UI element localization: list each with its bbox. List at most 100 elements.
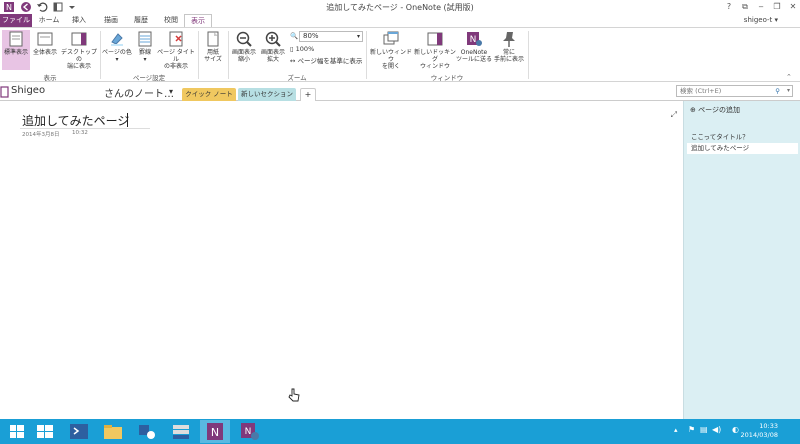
zoom-in-button[interactable]: 画面表示 拡大: [259, 30, 287, 63]
full-page-view-icon: [37, 32, 53, 46]
zoom-out-line2: 縮小: [237, 56, 250, 63]
window-title: 追加してみたページ - OneNote (試用版): [326, 3, 474, 12]
taskbar-network-tool[interactable]: [132, 420, 162, 443]
tab-review[interactable]: 校閲: [156, 14, 186, 27]
ribbon-tabs: ファイル ホーム 挿入 描画 履歴 校閲 表示 shigeo-t ▾: [0, 14, 800, 27]
maximize-button[interactable]: ❐: [770, 1, 784, 12]
tray-expand-icon[interactable]: ▴: [674, 426, 678, 434]
new-window-line1: 新しいウィンドウ: [369, 49, 412, 63]
page-icon: ▯: [290, 45, 294, 53]
minimize-button[interactable]: ‒: [754, 1, 768, 12]
notebook-title[interactable]: さんのノート…: [104, 85, 174, 100]
ime-icon[interactable]: ◐: [732, 425, 739, 434]
close-button[interactable]: ✕: [786, 1, 800, 12]
search-dropdown-icon[interactable]: ▾: [787, 86, 790, 96]
flag-icon[interactable]: ⚑: [688, 425, 695, 434]
notebook-icon[interactable]: [0, 86, 10, 100]
svg-text:N: N: [470, 35, 477, 45]
zoom-100-button[interactable]: ▯ 100%: [290, 44, 314, 54]
tab-insert[interactable]: 挿入: [64, 14, 94, 27]
page-width-icon: ↔: [290, 57, 296, 65]
taskbar-onenote-tool[interactable]: N: [234, 420, 264, 443]
hide-page-title-button[interactable]: ページ タイトル の非表示: [157, 30, 195, 70]
title-underline: [20, 128, 150, 129]
chevron-down-icon: ▾: [356, 33, 360, 40]
dock-to-desktop-button[interactable]: デスクトップの 端に表示: [60, 30, 98, 70]
full-page-view-button[interactable]: 全体表示: [31, 30, 59, 56]
normal-view-button[interactable]: 標準表示: [2, 30, 30, 70]
tab-view[interactable]: 表示: [184, 14, 212, 27]
user-account[interactable]: shigeo-t ▾: [744, 14, 778, 27]
taskbar-clock[interactable]: 10:33 2014/03/08: [741, 422, 778, 440]
dock-line2: 端に表示: [66, 63, 91, 70]
rule-lines-dropdown-icon: ▾: [143, 56, 147, 63]
section-tab-new-section[interactable]: 新しいセクション 1: [238, 88, 296, 111]
rule-lines-icon: [138, 31, 152, 47]
search-input[interactable]: 検索 (Ctrl+E) ⚲ ▾: [676, 85, 793, 97]
add-section-button[interactable]: +: [300, 88, 316, 101]
tool-line2: ツールに送る: [456, 56, 493, 63]
new-window-icon: [383, 31, 399, 45]
search-icon[interactable]: ⚲: [775, 86, 780, 96]
zoom-percentage-select[interactable]: 80% ▾: [299, 31, 363, 42]
help-button[interactable]: ?: [722, 1, 736, 12]
page-color-label: ページの色: [102, 49, 132, 56]
svg-text:N: N: [245, 427, 252, 437]
zoom-out-line1: 画面表示: [231, 49, 256, 56]
zoom-out-button[interactable]: 画面表示 縮小: [230, 30, 258, 63]
page-title[interactable]: 追加してみたページ: [22, 112, 129, 129]
plus-circle-icon: ⊕: [690, 106, 696, 114]
notebook-dropdown-icon[interactable]: ▾: [169, 87, 173, 96]
onenote-window: { "window": { "title": "追加してみたページ - OneN…: [0, 0, 800, 444]
paper-size-button[interactable]: 用紙 サイズ: [200, 30, 226, 63]
section-tab-quick-notes[interactable]: クイック ノート: [182, 88, 236, 101]
taskbar-file-explorer[interactable]: [98, 420, 128, 443]
page-width-button[interactable]: ↔ ページ幅を基準に表示: [290, 56, 362, 66]
page-width-label: ページ幅を基準に表示: [297, 57, 363, 65]
volume-icon[interactable]: ◀): [712, 425, 721, 434]
view-group-label: 表示: [43, 74, 57, 82]
start-button[interactable]: [2, 420, 32, 443]
rule-lines-label: 罫線: [138, 49, 151, 56]
page-canvas[interactable]: 追加してみたページ 2014年3月8日 10:32 ⤢: [0, 101, 683, 419]
top-line1: 常に: [502, 49, 515, 56]
top-line2: 手前に表示: [493, 56, 524, 63]
always-on-top-button[interactable]: 常に 手前に表示: [492, 30, 526, 63]
tab-draw[interactable]: 描画: [96, 14, 126, 27]
expand-icon[interactable]: ⤢: [671, 110, 677, 120]
dock-to-desktop-icon: [71, 32, 87, 46]
ribbon-separator: [366, 31, 367, 79]
page-color-button[interactable]: ページの色 ▾: [102, 30, 132, 63]
page-time: 10:32: [72, 130, 88, 136]
send-to-onenote-tool-button[interactable]: N OneNote ツールに送る: [456, 30, 492, 63]
notebook-owner[interactable]: Shigeo: [11, 85, 45, 96]
taskbar-server-manager[interactable]: [166, 420, 196, 443]
page-color-dropdown-icon: ▾: [115, 56, 119, 63]
collapse-ribbon-icon[interactable]: ⌃: [786, 73, 792, 81]
hide-title-line1: ページ タイトル: [157, 49, 195, 63]
taskbar-onenote[interactable]: N: [200, 420, 230, 443]
text-cursor: [127, 113, 128, 127]
taskbar-start-screen[interactable]: [30, 420, 60, 443]
page-list-pane: ⊕ ページの追加 ここってタイトル？ 追加してみたページ: [683, 101, 800, 419]
dock-line1: デスクトップの: [60, 49, 97, 63]
tab-history[interactable]: 履歴: [126, 14, 156, 27]
add-page-button[interactable]: ⊕ ページの追加: [690, 105, 740, 115]
ribbon-display-button[interactable]: ⧉: [738, 1, 752, 12]
add-page-label: ページの追加: [698, 106, 740, 114]
zoom-group-label: ズーム: [287, 74, 307, 82]
rule-lines-button[interactable]: 罫線 ▾: [133, 30, 157, 63]
new-window-button[interactable]: 新しいウィンドウ を開く: [368, 30, 414, 70]
page-list-item[interactable]: 追加してみたページ: [687, 143, 798, 154]
new-docked-window-button[interactable]: 新しいドッキング ウィンドウ: [414, 30, 456, 70]
ribbon-separator: [100, 31, 101, 79]
tab-home[interactable]: ホーム: [34, 14, 64, 27]
tool-line1: OneNote: [460, 49, 488, 56]
taskbar-powershell[interactable]: [64, 420, 94, 443]
hide-title-line2: の非表示: [163, 63, 188, 70]
tab-file[interactable]: ファイル: [0, 14, 32, 27]
zoom-magnifier-icon: 🔍: [290, 32, 299, 40]
normal-view-label: 標準表示: [3, 49, 28, 56]
normal-view-icon: [9, 31, 23, 47]
network-icon[interactable]: ▤: [700, 425, 708, 434]
